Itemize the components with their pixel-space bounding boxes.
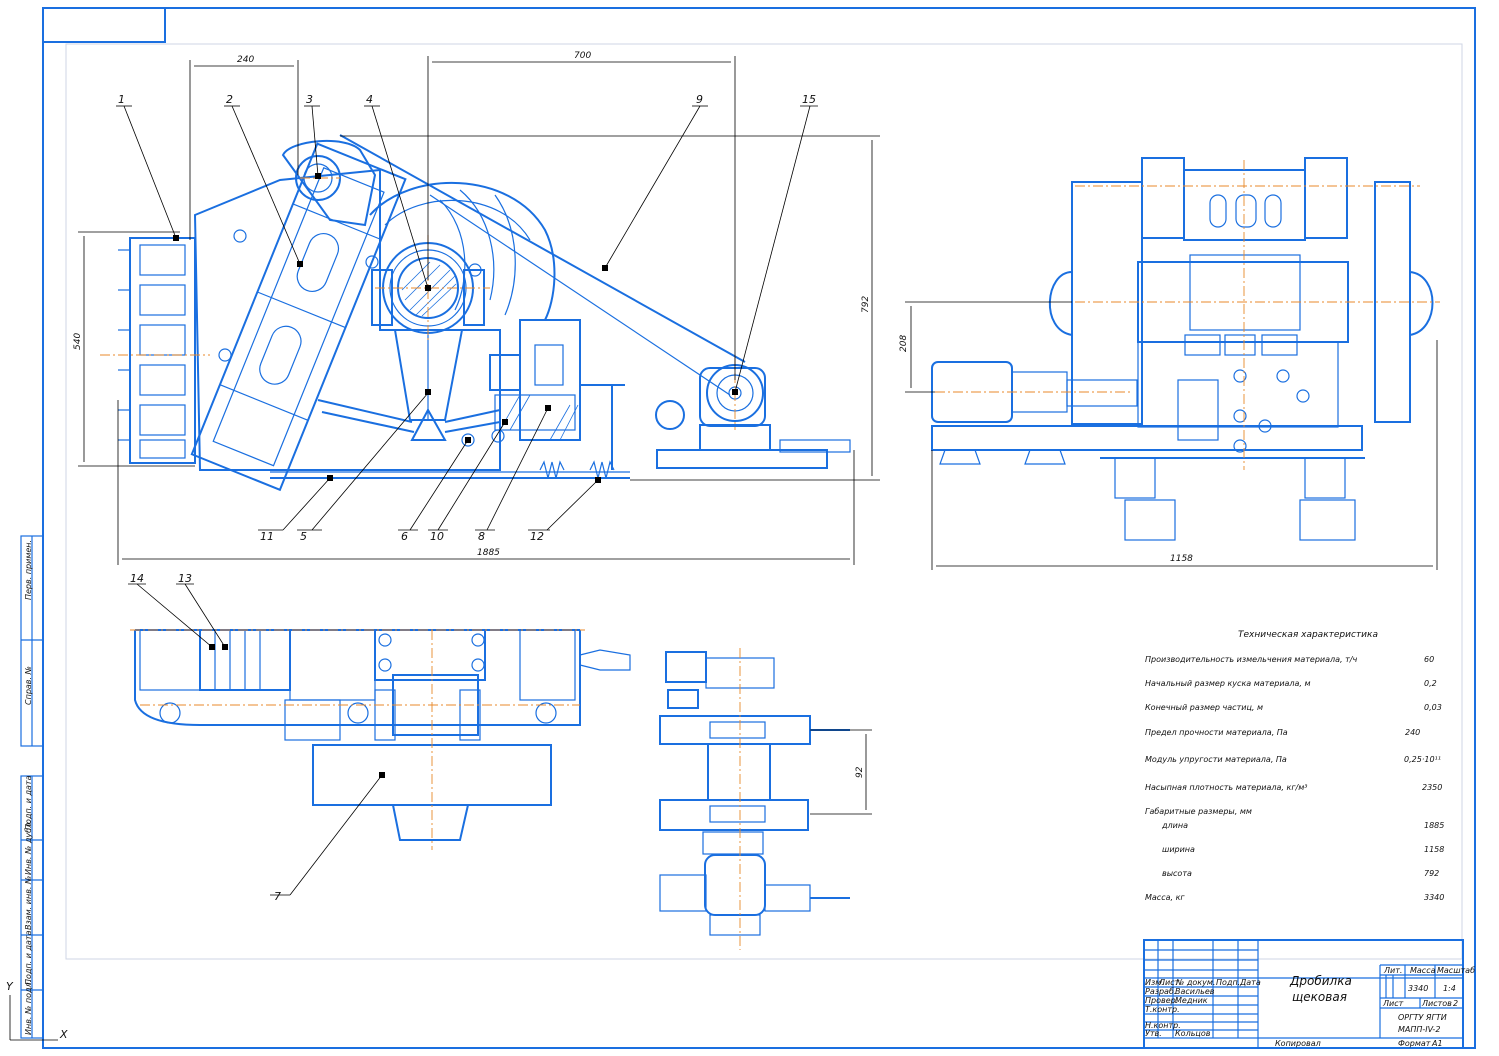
tb-scale: 1:4 bbox=[1443, 984, 1456, 993]
drawing-sheet: Перв. примен. Справ. № Подп. и дата Инв.… bbox=[6, 7, 1476, 1049]
tb-col-mass: Масса bbox=[1410, 966, 1436, 975]
spec-value-3: 240 bbox=[1405, 728, 1420, 737]
specs-heading: Техническая характеристика bbox=[1238, 630, 1378, 640]
spec-label-4: Модуль упругости материала, Па bbox=[1145, 755, 1287, 764]
tb-format-value: A1 bbox=[1431, 1039, 1443, 1048]
tb-copied: Копировал bbox=[1275, 1039, 1321, 1048]
tb-role-1: Провер. bbox=[1145, 996, 1178, 1005]
leader-1: 1 bbox=[118, 93, 125, 106]
spec-value-8: 1158 bbox=[1424, 845, 1444, 854]
spec-label-3: Предел прочности материала, Па bbox=[1145, 728, 1288, 737]
axis-y: Y bbox=[6, 980, 14, 993]
leader-5: 5 bbox=[300, 530, 307, 543]
spec-value-7: 1885 bbox=[1424, 821, 1444, 830]
axis-x: X bbox=[59, 1028, 68, 1041]
tb-sheet-label: Лист bbox=[1382, 999, 1404, 1008]
front-view bbox=[100, 134, 851, 492]
top-left-box bbox=[42, 7, 166, 43]
tb-row-3: Подп. bbox=[1216, 978, 1240, 987]
stamp-4: Взам. инв. № bbox=[24, 876, 33, 930]
tb-col-lit: Лит. bbox=[1383, 966, 1402, 975]
leader-3: 3 bbox=[306, 93, 313, 106]
tb-role-2: Т.контр. bbox=[1145, 1005, 1180, 1014]
stamp-0: Перв. примен. bbox=[24, 540, 33, 600]
title-line2: щековая bbox=[1292, 990, 1347, 1004]
spec-label-6: Габаритные размеры, мм bbox=[1145, 807, 1252, 816]
tb-sheets-label: Листов bbox=[1421, 999, 1452, 1008]
tb-format-label: Формат bbox=[1398, 1039, 1431, 1048]
leader-6: 6 bbox=[401, 530, 408, 543]
tb-name-0: Васильев bbox=[1175, 987, 1215, 996]
title-line1: Дробилка bbox=[1289, 974, 1352, 988]
spec-label-10: Масса, кг bbox=[1145, 893, 1185, 902]
drive-dimension: 92 bbox=[810, 729, 872, 815]
side-stamp-strip: Перв. примен. Справ. № Подп. и дата Инв.… bbox=[20, 535, 44, 1039]
spec-label-7: длина bbox=[1161, 821, 1188, 830]
stamp-1: Справ. № bbox=[24, 666, 33, 705]
tb-role-5: Утв. bbox=[1145, 1029, 1162, 1038]
top-view bbox=[130, 629, 631, 850]
leader-lines bbox=[116, 105, 818, 896]
leader-12: 12 bbox=[530, 530, 544, 543]
dim-208: 208 bbox=[899, 335, 909, 352]
dim-92: 92 bbox=[855, 766, 865, 778]
leader-14: 14 bbox=[130, 572, 144, 585]
tb-col-scale: Масштаб bbox=[1437, 966, 1475, 975]
spec-value-5: 2350 bbox=[1422, 783, 1442, 792]
leader-7: 7 bbox=[274, 890, 281, 903]
dim-240: 240 bbox=[237, 55, 254, 65]
spec-label-1: Начальный размер куска материала, м bbox=[1145, 679, 1311, 688]
spec-label-5: Насыпная плотность материала, кг/м³ bbox=[1145, 783, 1307, 792]
stamp-5: Подп. и дата bbox=[24, 930, 33, 985]
leader-15: 15 bbox=[802, 93, 816, 106]
leader-11: 11 bbox=[260, 530, 274, 543]
tb-role-0: Разраб. bbox=[1145, 987, 1176, 996]
title-block: Изм. Лист № докум. Подп. Дата Разраб. Пр… bbox=[1143, 939, 1475, 1049]
dim-540: 540 bbox=[73, 333, 83, 350]
tb-org-1: ОРГТУ ЯГТИ bbox=[1398, 1013, 1447, 1022]
spec-label-0: Производительность измельчения материала… bbox=[1145, 655, 1357, 664]
tb-sheets-count: 2 bbox=[1453, 999, 1458, 1008]
leader-9: 9 bbox=[696, 93, 703, 106]
leader-2: 2 bbox=[226, 93, 233, 106]
spec-value-4: 0,25·10¹¹ bbox=[1404, 755, 1441, 764]
spec-value-1: 0,2 bbox=[1424, 679, 1437, 688]
tech-specs: Техническая характеристика Производитель… bbox=[1145, 630, 1444, 902]
tb-name-5: Кольцов bbox=[1175, 1029, 1211, 1038]
ucs-axis-icon: Y X bbox=[6, 980, 68, 1041]
spec-value-2: 0,03 bbox=[1424, 703, 1442, 712]
spec-label-9: высота bbox=[1162, 869, 1192, 878]
hatch-block bbox=[499, 394, 579, 441]
dim-1885: 1885 bbox=[477, 548, 500, 558]
stamp-3: Инв. № дубл. bbox=[24, 820, 33, 875]
dim-792: 792 bbox=[861, 296, 871, 313]
leader-4: 4 bbox=[366, 93, 373, 106]
tb-mass: 3340 bbox=[1408, 984, 1428, 993]
spec-value-0: 60 bbox=[1424, 655, 1434, 664]
tb-row-4: Дата bbox=[1239, 978, 1261, 987]
stamp-6: Инв. № подл. bbox=[24, 980, 33, 1035]
dim-700: 700 bbox=[574, 51, 591, 61]
drive-view bbox=[659, 648, 850, 950]
outer-frame bbox=[42, 7, 1476, 1049]
tb-row-2: № докум. bbox=[1175, 978, 1215, 987]
leader-10: 10 bbox=[430, 530, 444, 543]
leader-numbers: 1 2 3 4 11 5 6 10 8 12 9 15 14 13 7 bbox=[118, 93, 816, 903]
leader-8: 8 bbox=[478, 530, 485, 543]
spec-label-8: ширина bbox=[1162, 845, 1195, 854]
spec-label-2: Конечный размер частиц, м bbox=[1145, 703, 1263, 712]
dim-1158: 1158 bbox=[1170, 554, 1193, 564]
leader-13: 13 bbox=[178, 572, 192, 585]
spec-value-9: 792 bbox=[1424, 869, 1439, 878]
side-view bbox=[931, 157, 1440, 541]
tb-name-1: Медник bbox=[1175, 996, 1208, 1005]
spec-value-10: 3340 bbox=[1424, 893, 1444, 902]
tb-org-2: МАПП-IV-2 bbox=[1398, 1025, 1440, 1034]
